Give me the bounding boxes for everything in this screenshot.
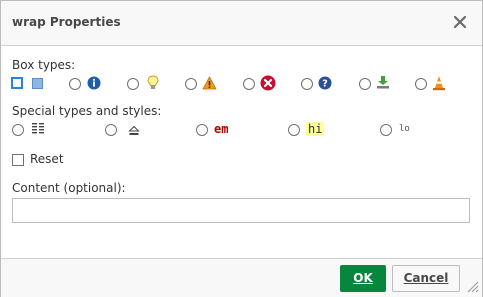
reset-checkbox[interactable] [12,154,24,166]
em-radio[interactable] [196,124,208,136]
error-icon [260,75,276,91]
reset-label: Reset [30,152,64,166]
plain-box-icon [32,78,43,89]
download-radio[interactable] [359,78,371,90]
wrap-properties-dialog: wrap Properties Box types: ? Special typ… [0,0,483,297]
columns-icon [32,123,44,134]
info-icon [87,76,101,90]
info-radio[interactable] [69,78,81,90]
lo-style-icon: lo [399,124,410,134]
error-radio[interactable] [243,78,255,90]
warning-radio[interactable] [185,78,197,90]
clear-float-icon [128,126,140,135]
clear-radio[interactable] [105,124,117,136]
em-style-icon: em [214,122,229,136]
lightbulb-icon [147,75,159,89]
resize-grip-icon[interactable] [465,279,479,293]
download-icon [377,76,389,89]
svg-text:?: ? [322,79,328,90]
content-label: Content (optional): [12,181,126,195]
dialog-title: wrap Properties [12,15,121,29]
close-icon[interactable] [453,15,467,29]
dialog-titlebar[interactable]: wrap Properties [1,1,482,46]
todo-cone-icon [433,76,445,91]
cancel-button[interactable]: Cancel [392,265,460,292]
hi-radio[interactable] [288,124,300,136]
lo-radio[interactable] [380,124,392,136]
special-types-label: Special types and styles: [12,104,162,118]
help-icon: ? [318,76,332,90]
tip-radio[interactable] [127,78,139,90]
box-types-label: Box types: [12,58,76,72]
help-radio[interactable] [301,78,313,90]
ok-button[interactable]: OK [340,265,386,292]
content-input[interactable] [12,198,470,223]
plain-box-radio[interactable] [11,77,23,89]
todo-radio[interactable] [415,78,427,90]
warning-icon [202,76,217,90]
columns-radio[interactable] [12,124,24,136]
highlight-icon: hi [306,122,325,136]
